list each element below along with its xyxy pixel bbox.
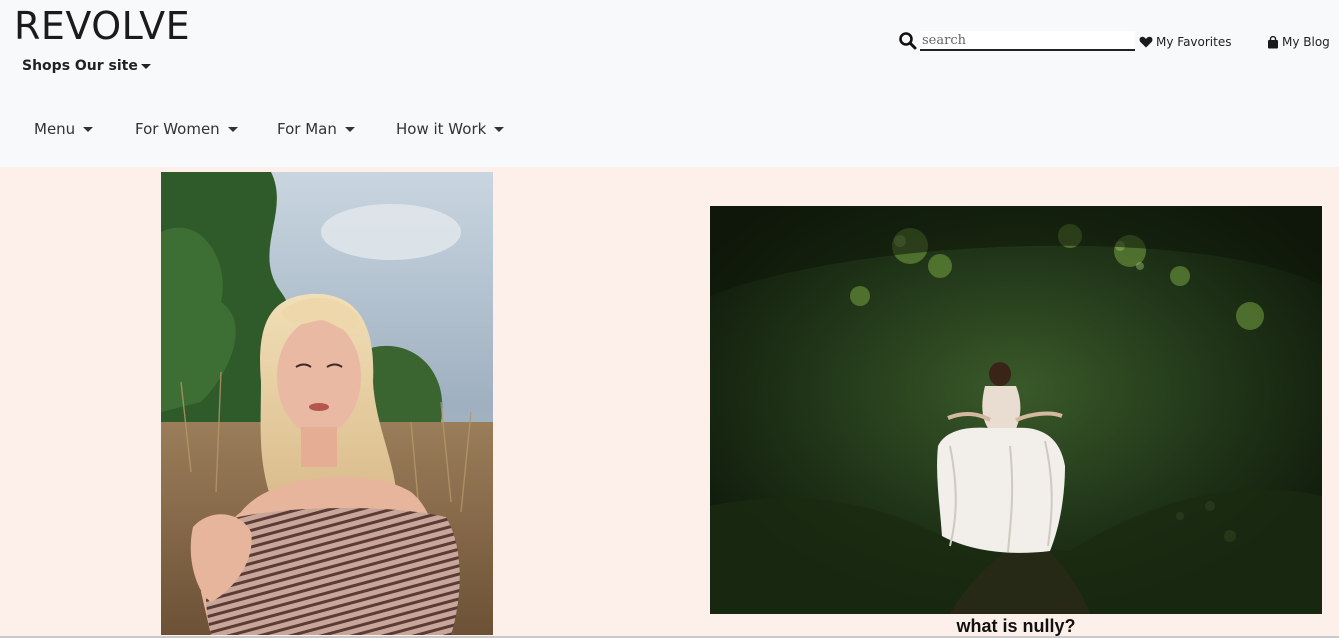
shopping-bag-icon: [1268, 35, 1278, 48]
caret-down-icon: [227, 126, 238, 132]
nav-item-for-man[interactable]: For Man: [277, 120, 355, 138]
caret-down-icon: [344, 126, 355, 132]
site-header: REVOLVE Shops Our site My Favorites My B…: [0, 0, 1339, 167]
search-input[interactable]: [920, 31, 1135, 51]
nav-item-for-women[interactable]: For Women: [135, 120, 238, 138]
nav-item-how-it-work[interactable]: How it Work: [396, 120, 505, 138]
nav-item-label: How it Work: [396, 120, 487, 138]
search-icon[interactable]: [898, 31, 918, 51]
my-blog-link[interactable]: My Blog: [1267, 35, 1330, 49]
article-caption: what is nully?: [956, 616, 1076, 636]
my-favorites-link[interactable]: My Favorites: [1139, 35, 1231, 49]
brand-logo[interactable]: REVOLVE: [14, 4, 190, 48]
forest-dress-photo: [710, 206, 1322, 614]
shops-dropdown[interactable]: Shops Our site: [22, 58, 151, 74]
caret-down-icon: [83, 126, 94, 132]
nav-item-menu[interactable]: Menu: [34, 120, 94, 138]
shops-dropdown-label: Shops Our site: [22, 58, 138, 74]
nav-item-label: For Man: [277, 120, 337, 138]
my-favorites-label: My Favorites: [1156, 35, 1232, 49]
nav-item-label: For Women: [135, 120, 220, 138]
search-bar: [898, 31, 1135, 51]
my-blog-label: My Blog: [1282, 35, 1330, 49]
nav-item-label: Menu: [34, 120, 76, 138]
woman-field-photo: [161, 172, 493, 635]
heart-icon: [1139, 36, 1153, 48]
caret-down-icon: [494, 126, 505, 132]
caret-down-icon: [140, 63, 151, 69]
